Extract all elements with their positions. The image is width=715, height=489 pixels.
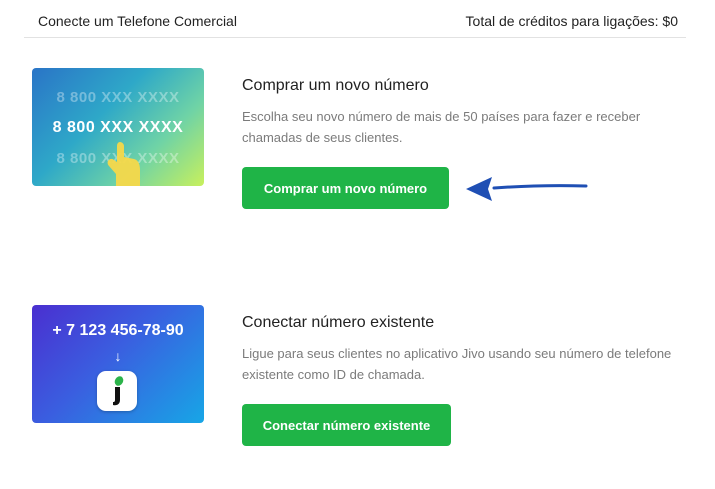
example-phone-number: + 7 123 456-78-90 [52, 322, 184, 339]
pointing-hand-icon [107, 142, 140, 186]
page-header: Conecte um Telefone Comercial Total de c… [24, 0, 686, 38]
arrow-left-annotation-icon [466, 177, 588, 201]
buy-new-number-button[interactable]: Comprar um novo número [242, 167, 449, 209]
buy-section-title: Comprar um novo número [242, 77, 429, 94]
down-arrow-icon: ↓ [114, 348, 122, 364]
connect-existing-number-button[interactable]: Conectar número existente [242, 404, 451, 446]
featured-number: 8 800 XXX XXXX [52, 119, 184, 136]
existing-number-illustration: + 7 123 456-78-90 ↓ [32, 305, 204, 423]
buy-section-description: Escolha seu novo número de mais de 50 pa… [242, 109, 641, 145]
connect-section-title: Conectar número existente [242, 314, 435, 331]
faint-number-top: 8 800 XXX XXXX [56, 89, 180, 106]
jivo-logo-icon [97, 371, 137, 411]
call-credits-total: Total de créditos para ligações: $0 [465, 13, 678, 29]
connect-section-description: Ligue para seus clientes no aplicativo J… [242, 346, 672, 382]
new-number-illustration: 8 800 XXX XXXX 8 800 XXX XXXX 8 800 XXX … [32, 68, 204, 186]
page-title: Conecte um Telefone Comercial [38, 13, 237, 29]
